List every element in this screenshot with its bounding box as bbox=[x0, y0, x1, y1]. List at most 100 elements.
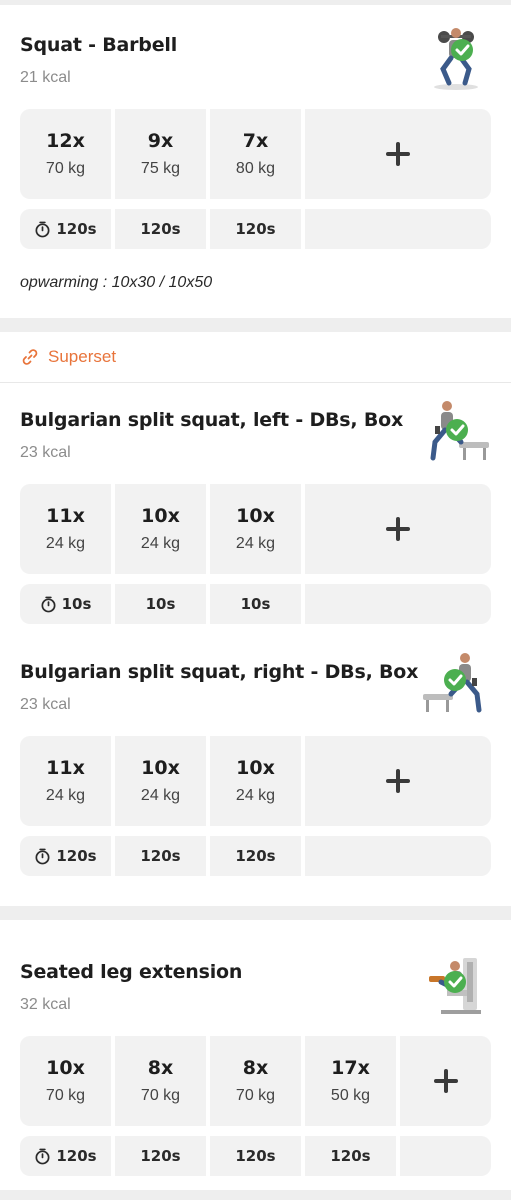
set-weight: 50 kg bbox=[330, 1087, 371, 1104]
check-circle-icon bbox=[446, 419, 468, 441]
rest-value: 120s bbox=[235, 220, 276, 238]
rest-tile[interactable]: 10s bbox=[20, 584, 111, 624]
set-tile[interactable]: 10x 24 kg bbox=[210, 484, 301, 574]
rest-value: 120s bbox=[235, 847, 276, 865]
set-reps: 8x bbox=[242, 1057, 269, 1079]
exercise-note: opwarming : 10x30 / 10x50 bbox=[20, 274, 213, 291]
set-weight: 70 kg bbox=[235, 1087, 276, 1104]
add-set-button[interactable] bbox=[400, 1036, 491, 1126]
set-tile[interactable]: 11x 24 kg bbox=[20, 484, 111, 574]
rest-tile[interactable]: 120s bbox=[210, 836, 301, 876]
set-weight: 24 kg bbox=[45, 787, 86, 804]
set-reps: 10x bbox=[141, 505, 180, 527]
set-reps: 10x bbox=[236, 505, 275, 527]
rest-row: 10s 10s 10s bbox=[20, 584, 491, 624]
rest-tile[interactable]: 120s bbox=[210, 209, 301, 249]
timer-icon bbox=[35, 221, 50, 237]
set-reps: 10x bbox=[46, 1057, 85, 1079]
superset-header[interactable]: Superset bbox=[0, 332, 511, 383]
rest-tile[interactable]: 120s bbox=[210, 1136, 301, 1176]
timer-icon bbox=[41, 596, 56, 612]
rest-value: 10s bbox=[240, 595, 271, 613]
link-icon bbox=[22, 349, 38, 365]
set-weight: 70 kg bbox=[45, 160, 86, 177]
set-weight: 24 kg bbox=[45, 535, 86, 552]
set-tile[interactable]: 8x 70 kg bbox=[115, 1036, 206, 1126]
set-reps: 11x bbox=[46, 757, 85, 779]
leg-extension-machine-illustration[interactable] bbox=[421, 950, 491, 1020]
set-reps: 17x bbox=[331, 1057, 370, 1079]
rest-value: 120s bbox=[56, 220, 97, 238]
add-set-button[interactable] bbox=[305, 736, 491, 826]
rest-value: 120s bbox=[235, 1147, 276, 1165]
rest-tile[interactable]: 120s bbox=[20, 209, 111, 249]
set-weight: 24 kg bbox=[140, 787, 181, 804]
set-weight: 70 kg bbox=[45, 1087, 86, 1104]
rest-tile-empty bbox=[305, 209, 491, 249]
set-tile[interactable]: 10x 24 kg bbox=[115, 484, 206, 574]
rest-tile[interactable]: 120s bbox=[115, 836, 206, 876]
add-set-button[interactable] bbox=[305, 109, 491, 199]
squat-barbell-illustration[interactable] bbox=[421, 23, 491, 93]
set-tile[interactable]: 10x 24 kg bbox=[210, 736, 301, 826]
rest-value: 120s bbox=[330, 1147, 371, 1165]
superset-label: Superset bbox=[48, 347, 117, 366]
sets-row: 10x 70 kg 8x 70 kg 8x 70 kg 17x 50 kg bbox=[20, 1036, 491, 1126]
set-tile[interactable]: 11x 24 kg bbox=[20, 736, 111, 826]
set-tile[interactable]: 12x 70 kg bbox=[20, 109, 111, 199]
plus-icon bbox=[386, 142, 410, 166]
rest-row: 120s 120s 120s bbox=[20, 209, 491, 249]
set-tile[interactable]: 17x 50 kg bbox=[305, 1036, 396, 1126]
set-tile[interactable]: 10x 70 kg bbox=[20, 1036, 111, 1126]
rest-tile[interactable]: 120s bbox=[305, 1136, 396, 1176]
rest-value: 10s bbox=[61, 595, 92, 613]
rest-tile[interactable]: 120s bbox=[20, 836, 111, 876]
rest-value: 120s bbox=[140, 220, 181, 238]
rest-value: 120s bbox=[56, 847, 97, 865]
set-tile[interactable]: 10x 24 kg bbox=[115, 736, 206, 826]
set-tile[interactable]: 9x 75 kg bbox=[115, 109, 206, 199]
set-tile[interactable]: 7x 80 kg bbox=[210, 109, 301, 199]
rest-value: 10s bbox=[145, 595, 176, 613]
set-reps: 11x bbox=[46, 505, 85, 527]
split-squat-left-illustration[interactable] bbox=[421, 398, 491, 468]
rest-tile[interactable]: 120s bbox=[20, 1136, 111, 1176]
set-reps: 10x bbox=[141, 757, 180, 779]
rest-tile[interactable]: 120s bbox=[115, 1136, 206, 1176]
set-reps: 9x bbox=[147, 130, 174, 152]
set-weight: 80 kg bbox=[235, 160, 276, 177]
rest-row: 120s 120s 120s bbox=[20, 836, 491, 876]
rest-tile[interactable]: 120s bbox=[115, 209, 206, 249]
rest-tile[interactable]: 10s bbox=[210, 584, 301, 624]
plus-icon bbox=[386, 517, 410, 541]
superset-card: Superset Bulgarian split squat, left - D… bbox=[0, 332, 511, 906]
plus-icon bbox=[386, 769, 410, 793]
rest-tile-empty bbox=[305, 584, 491, 624]
rest-tile-empty bbox=[400, 1136, 491, 1176]
exercise-block: Bulgarian split squat, right - DBs, Box … bbox=[0, 624, 511, 876]
check-circle-icon bbox=[451, 39, 473, 61]
rest-value: 120s bbox=[56, 1147, 97, 1165]
set-weight: 24 kg bbox=[235, 535, 276, 552]
exercise-block: Seated leg extension 32 kcal 10x 70 kg 8… bbox=[0, 920, 511, 1176]
sets-row: 11x 24 kg 10x 24 kg 10x 24 kg bbox=[20, 736, 491, 826]
set-tile[interactable]: 8x 70 kg bbox=[210, 1036, 301, 1126]
set-weight: 24 kg bbox=[235, 787, 276, 804]
set-weight: 24 kg bbox=[140, 535, 181, 552]
rest-value: 120s bbox=[140, 847, 181, 865]
split-squat-right-illustration[interactable] bbox=[421, 650, 491, 720]
set-reps: 7x bbox=[242, 130, 269, 152]
exercise-block: Squat - Barbell 21 kcal 12x 70 kg 9x 75 … bbox=[0, 5, 511, 249]
set-reps: 12x bbox=[46, 130, 85, 152]
rest-tile-empty bbox=[305, 836, 491, 876]
exercise-card-leg-extension: Seated leg extension 32 kcal 10x 70 kg 8… bbox=[0, 920, 511, 1190]
rest-tile[interactable]: 10s bbox=[115, 584, 206, 624]
sets-row: 11x 24 kg 10x 24 kg 10x 24 kg bbox=[20, 484, 491, 574]
set-weight: 75 kg bbox=[140, 160, 181, 177]
set-reps: 10x bbox=[236, 757, 275, 779]
sets-row: 12x 70 kg 9x 75 kg 7x 80 kg bbox=[20, 109, 491, 199]
set-weight: 70 kg bbox=[140, 1087, 181, 1104]
exercise-card-squat: Squat - Barbell 21 kcal 12x 70 kg 9x 75 … bbox=[0, 5, 511, 318]
timer-icon bbox=[35, 1148, 50, 1164]
add-set-button[interactable] bbox=[305, 484, 491, 574]
